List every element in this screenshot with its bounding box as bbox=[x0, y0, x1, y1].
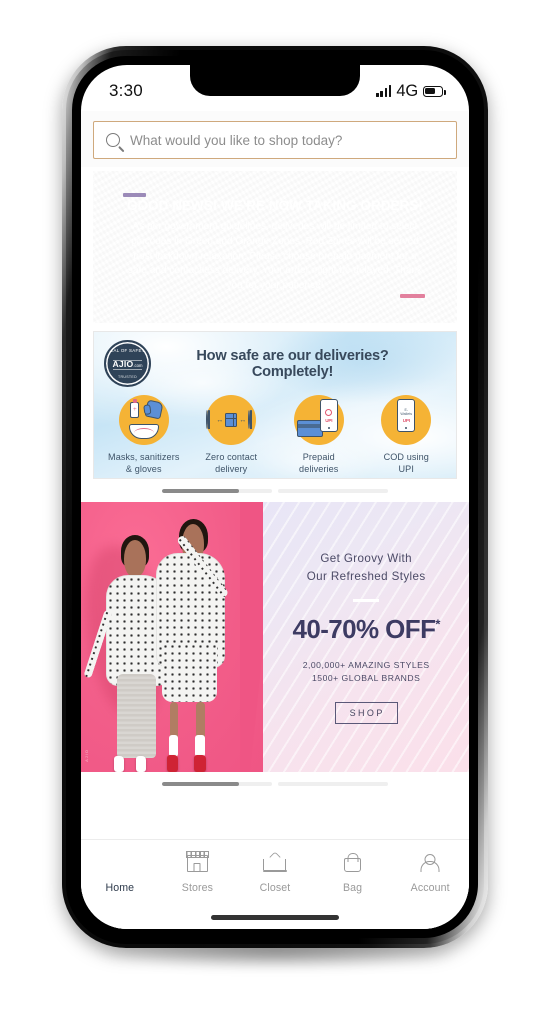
seal-of-safety-badge-icon: SEAL OF SAFETY AJIO.com TRUSTED bbox=[104, 340, 151, 387]
shop-button[interactable]: SHOP bbox=[334, 702, 398, 725]
bottom-navigation: Home Stores Closet Bag Account bbox=[81, 839, 469, 905]
notice-panel: GOOD NEWS! WE'RE NOW TAKING ORDERS! As p… bbox=[115, 185, 435, 307]
nav-item-closet[interactable]: Closet bbox=[236, 851, 314, 894]
person-icon bbox=[418, 851, 443, 875]
safety-feature-label: Zero contact delivery bbox=[205, 452, 258, 475]
pagination-segment[interactable] bbox=[162, 489, 272, 493]
promo-tagline-line1: Get Groovy With bbox=[320, 551, 413, 565]
cod-upi-icon: E- Wallets UPI bbox=[381, 395, 432, 445]
storefront-icon bbox=[185, 850, 210, 875]
promo-detail: 2,00,000+ AMAZING STYLES 1500+ GLOBAL BR… bbox=[303, 659, 430, 687]
promo-divider-rule bbox=[353, 598, 380, 602]
screenshot-stage: 3:30 4G What would you like to shop toda… bbox=[0, 0, 550, 1009]
nav-item-account[interactable]: Account bbox=[391, 851, 469, 894]
safety-features: + Masks, sanitizers & gloves ↔ ↔ Zero co… bbox=[94, 387, 456, 476]
model-right bbox=[141, 518, 236, 772]
status-indicators: 4G bbox=[376, 81, 446, 101]
home-scroll-area[interactable]: What would you like to shop today? GOOD … bbox=[81, 111, 469, 839]
nav-item-stores[interactable]: Stores bbox=[159, 850, 237, 894]
pagination-segment[interactable] bbox=[278, 782, 388, 786]
device-notch bbox=[190, 65, 360, 96]
signal-bars-icon bbox=[376, 85, 392, 97]
seal-brand: AJIO.com bbox=[112, 359, 143, 369]
safety-feature-label: COD using UPI bbox=[383, 452, 429, 475]
mask-sanitizer-gloves-icon: + bbox=[118, 395, 169, 445]
photo-watermark: AJIO bbox=[84, 749, 89, 762]
safety-heading: How safe are our deliveries? Completely! bbox=[196, 347, 389, 380]
safety-feature-label: Prepaid deliveries bbox=[299, 452, 339, 475]
promo-model-photo: AJIO bbox=[81, 502, 264, 772]
promo-tagline-line2: Our Refreshed Styles bbox=[306, 569, 426, 583]
status-time: 3:30 bbox=[109, 81, 143, 100]
nav-label: Bag bbox=[343, 882, 363, 894]
notice-banner-card: GOOD NEWS! WE'RE NOW TAKING ORDERS! As p… bbox=[93, 171, 457, 479]
decor-dash-bottom-right-icon bbox=[400, 294, 425, 298]
nav-item-home[interactable]: Home bbox=[81, 851, 159, 894]
nav-label: Account bbox=[410, 882, 450, 894]
search-placeholder: What would you like to shop today? bbox=[130, 132, 343, 148]
carousel-pagination-bottom[interactable] bbox=[81, 772, 469, 795]
nav-label: Stores bbox=[181, 882, 213, 894]
safety-feature-label: Masks, sanitizers & gloves bbox=[108, 452, 180, 475]
safety-feature-masks: + Masks, sanitizers & gloves bbox=[100, 395, 188, 476]
safety-feature-cod: E- Wallets UPI COD using UPI bbox=[363, 395, 451, 476]
promo-detail-line2: 1500+ GLOBAL BRANDS bbox=[312, 673, 421, 684]
notice-heading: GOOD NEWS! WE'RE NOW TAKING ORDERS! bbox=[127, 197, 423, 213]
search-input[interactable]: What would you like to shop today? bbox=[93, 121, 457, 159]
nav-label: Closet bbox=[259, 882, 291, 894]
seal-bottom-text: TRUSTED bbox=[117, 375, 138, 379]
battery-icon bbox=[423, 85, 446, 97]
search-icon bbox=[106, 133, 120, 147]
safety-banner[interactable]: SEAL OF SAFETY AJIO.com TRUSTED How safe… bbox=[93, 331, 457, 479]
notice-body: As per government guidelines, deliveries… bbox=[127, 220, 423, 292]
notice-banner[interactable]: GOOD NEWS! WE'RE NOW TAKING ORDERS! As p… bbox=[93, 171, 457, 323]
seal-top-text: SEAL OF SAFETY bbox=[107, 347, 148, 353]
home-indicator[interactable] bbox=[81, 905, 469, 929]
phone-device-frame: 3:30 4G What would you like to shop toda… bbox=[62, 46, 488, 948]
search-section: What would you like to shop today? bbox=[81, 111, 469, 167]
app-container: What would you like to shop today? GOOD … bbox=[81, 111, 469, 929]
prepaid-deliveries-icon: UPI bbox=[293, 395, 344, 445]
hanger-icon bbox=[262, 851, 288, 875]
zero-contact-delivery-icon: ↔ ↔ bbox=[206, 395, 257, 445]
safety-feature-prepaid: UPI Prepaid deliveries bbox=[275, 395, 363, 476]
promo-copy: Get Groovy With Our Refreshed Styles 40-… bbox=[263, 502, 469, 772]
decor-dash-top-left-icon bbox=[123, 193, 146, 197]
nav-label: Home bbox=[105, 882, 135, 894]
phone-screen: 3:30 4G What would you like to shop toda… bbox=[81, 65, 469, 929]
promo-banner[interactable]: AJIO Get Groovy With Our Refreshed Style… bbox=[81, 502, 469, 772]
network-type-label: 4G bbox=[396, 81, 418, 100]
safety-feature-zero-contact: ↔ ↔ Zero contact delivery bbox=[188, 395, 276, 476]
pagination-segment[interactable] bbox=[278, 489, 388, 493]
promo-detail-line1: 2,00,000+ AMAZING STYLES bbox=[302, 659, 430, 670]
carousel-pagination-top[interactable] bbox=[81, 479, 469, 502]
ajio-home-logo-icon bbox=[107, 851, 132, 875]
safety-header: SEAL OF SAFETY AJIO.com TRUSTED How safe… bbox=[94, 332, 456, 387]
shopping-bag-icon bbox=[340, 851, 365, 875]
nav-item-bag[interactable]: Bag bbox=[314, 851, 392, 894]
promo-offer: 40-70% OFF* bbox=[292, 613, 441, 644]
pagination-segment[interactable] bbox=[162, 782, 272, 786]
